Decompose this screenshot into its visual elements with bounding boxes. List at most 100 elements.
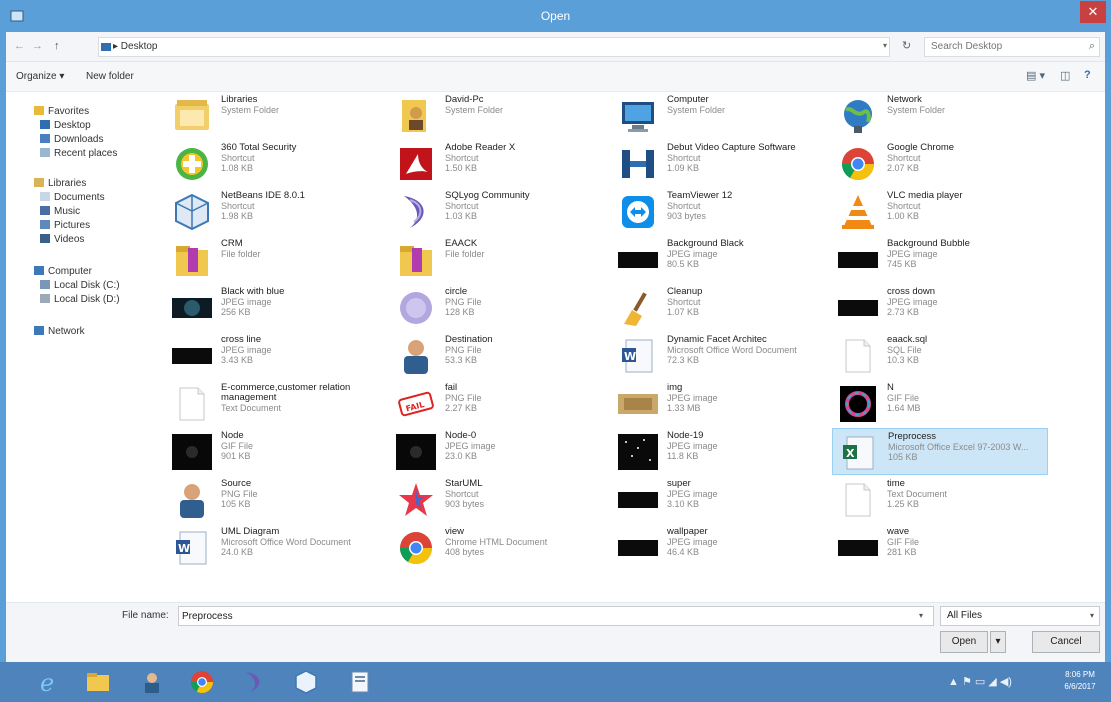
address-history-chevron[interactable]: ▾ — [883, 41, 887, 50]
file-item[interactable]: Network System Folder — [832, 92, 1048, 139]
file-item[interactable]: CRM File folder — [166, 236, 382, 283]
search-input[interactable] — [931, 41, 1071, 52]
file-item[interactable]: Cleanup Shortcut 1.07 KB — [612, 284, 828, 331]
file-item[interactable]: StarUML Shortcut 903 bytes — [390, 476, 606, 523]
file-type: JPEG image — [887, 297, 938, 307]
file-item[interactable]: Libraries System Folder — [166, 92, 382, 139]
file-item[interactable]: Black with blue JPEG image 256 KB — [166, 284, 382, 331]
search-box[interactable]: ⌕ — [924, 37, 1100, 57]
taskbar-app-person[interactable] — [134, 665, 170, 699]
nav-computer[interactable]: Computer — [34, 266, 92, 277]
taskbar-chrome[interactable] — [184, 665, 220, 699]
chrome-icon — [838, 144, 878, 184]
file-name: circle — [445, 286, 468, 297]
taskbar-explorer[interactable] — [80, 665, 116, 699]
forward-button[interactable]: → — [32, 40, 43, 52]
refresh-button[interactable]: ↻ — [902, 39, 911, 52]
file-item[interactable]: wave GIF File 281 KB — [832, 524, 1048, 571]
open-split-button[interactable]: ▾ — [990, 631, 1006, 653]
taskbar-word[interactable] — [342, 665, 378, 699]
nav-network[interactable]: Network — [34, 326, 85, 337]
address-bar[interactable]: ▸ Desktop — [98, 37, 890, 57]
file-item[interactable]: Node-19 JPEG image 11.8 KB — [612, 428, 828, 475]
file-item[interactable]: Node-0 JPEG image 23.0 KB — [390, 428, 606, 475]
file-item[interactable]: W Dynamic Facet Architec Microsoft Office … — [612, 332, 828, 379]
file-item[interactable]: EAACK File folder — [390, 236, 606, 283]
file-item[interactable]: Computer System Folder — [612, 92, 828, 139]
file-item[interactable]: Adobe Reader X Shortcut 1.50 KB — [390, 140, 606, 187]
system-tray[interactable]: ▲ ⚑ ▭ ◢ ◀) — [948, 675, 1012, 688]
nav-favorites[interactable]: Favorites — [34, 106, 89, 117]
close-button[interactable]: ✕ — [1080, 1, 1106, 23]
file-item[interactable]: 360 Total Security Shortcut 1.08 KB — [166, 140, 382, 187]
file-item[interactable]: wallpaper JPEG image 46.4 KB — [612, 524, 828, 571]
file-size: 80.5 KB — [667, 259, 700, 269]
taskbar-ie[interactable]: e — [32, 665, 68, 699]
file-item-text: Dynamic Facet Architec Microsoft Office W… — [667, 335, 827, 366]
file-name: N — [887, 382, 894, 393]
file-item[interactable]: David-Pc System Folder — [390, 92, 606, 139]
file-name-input[interactable] — [178, 606, 934, 626]
person-app-icon — [145, 673, 159, 693]
taskbar-sqlyog[interactable] — [236, 665, 272, 699]
file-type: Chrome HTML Document — [445, 537, 548, 547]
nav-videos[interactable]: Videos — [40, 234, 84, 245]
nav-documents[interactable]: Documents — [40, 192, 105, 203]
file-item[interactable]: view Chrome HTML Document 408 bytes — [390, 524, 606, 571]
file-item[interactable]: cross line JPEG image 3.43 KB — [166, 332, 382, 379]
file-name: time — [887, 478, 905, 489]
file-item[interactable]: super JPEG image 3.10 KB — [612, 476, 828, 523]
recent-places-icon — [40, 148, 50, 157]
nav-libraries[interactable]: Libraries — [34, 178, 86, 189]
nav-pictures[interactable]: Pictures — [40, 220, 90, 231]
up-button[interactable]: ↑ — [54, 40, 60, 52]
file-name-dropdown[interactable]: ▾ — [919, 611, 923, 620]
organize-button[interactable]: Organize ▾ — [16, 71, 64, 82]
file-item[interactable]: W UML Diagram Microsoft Office Word Docume… — [166, 524, 382, 571]
file-item[interactable]: Google Chrome Shortcut 2.07 KB — [832, 140, 1048, 187]
file-type: JPEG image — [667, 249, 718, 259]
file-item[interactable]: FAIL fail PNG File 2.27 KB — [390, 380, 606, 427]
nav-downloads[interactable]: Downloads — [40, 134, 103, 145]
file-item[interactable]: X Preprocess Microsoft Office Excel 97-200… — [832, 428, 1048, 475]
file-size: 745 KB — [887, 259, 917, 269]
nav-local-disk-c[interactable]: Local Disk (C:) — [40, 280, 120, 291]
view-options-icon[interactable]: ▤ ▾ — [1026, 69, 1045, 82]
nav-music[interactable]: Music — [40, 206, 80, 217]
file-item[interactable]: E-commerce,customer relation management T… — [166, 380, 382, 427]
help-icon[interactable]: ? — [1084, 69, 1091, 81]
taskbar-netbeans[interactable] — [288, 665, 324, 699]
file-size: 105 KB — [888, 452, 918, 462]
file-item[interactable]: eaack.sql SQL File 10.3 KB — [832, 332, 1048, 379]
nav-recent-places[interactable]: Recent places — [40, 148, 117, 159]
file-item-text: Node-0 JPEG image 23.0 KB — [445, 431, 605, 462]
new-folder-button[interactable]: New folder — [86, 71, 134, 82]
file-size: 3.43 KB — [221, 355, 254, 365]
staruml-icon — [396, 480, 436, 520]
file-item[interactable]: Debut Video Capture Software Shortcut 1.09… — [612, 140, 828, 187]
cancel-button[interactable]: Cancel — [1032, 631, 1100, 653]
file-item[interactable]: Source PNG File 105 KB — [166, 476, 382, 523]
file-item[interactable]: circle PNG File 128 KB — [390, 284, 606, 331]
nav-local-disk-d[interactable]: Local Disk (D:) — [40, 294, 120, 305]
file-item[interactable]: N GIF File 1.64 MB — [832, 380, 1048, 427]
search-icon[interactable]: ⌕ — [1089, 40, 1095, 53]
nav-desktop[interactable]: Desktop — [40, 120, 91, 131]
breadcrumb[interactable]: ▸ Desktop — [113, 41, 157, 52]
file-item[interactable]: img JPEG image 1.33 MB — [612, 380, 828, 427]
file-item[interactable]: TeamViewer 12 Shortcut 903 bytes — [612, 188, 828, 235]
file-item[interactable]: cross down JPEG image 2.73 KB — [832, 284, 1048, 331]
preview-pane-icon[interactable]: ◫ — [1060, 69, 1070, 82]
file-item[interactable]: Background Bubble JPEG image 745 KB — [832, 236, 1048, 283]
file-item[interactable]: SQLyog Community Shortcut 1.03 KB — [390, 188, 606, 235]
file-item[interactable]: NetBeans IDE 8.0.1 Shortcut 1.98 KB — [166, 188, 382, 235]
file-item[interactable]: Node GIF File 901 KB — [166, 428, 382, 475]
file-item[interactable]: time Text Document 1.25 KB — [832, 476, 1048, 523]
file-item[interactable]: VLC media player Shortcut 1.00 KB — [832, 188, 1048, 235]
file-type-filter[interactable]: All Files ▾ — [940, 606, 1100, 626]
file-item[interactable]: Destination PNG File 53.3 KB — [390, 332, 606, 379]
file-item[interactable]: Background Black JPEG image 80.5 KB — [612, 236, 828, 283]
back-button[interactable]: ← — [14, 40, 25, 52]
open-button[interactable]: Open — [940, 631, 988, 653]
clock[interactable]: 8:06 PM 6/6/2017 — [1058, 669, 1102, 693]
